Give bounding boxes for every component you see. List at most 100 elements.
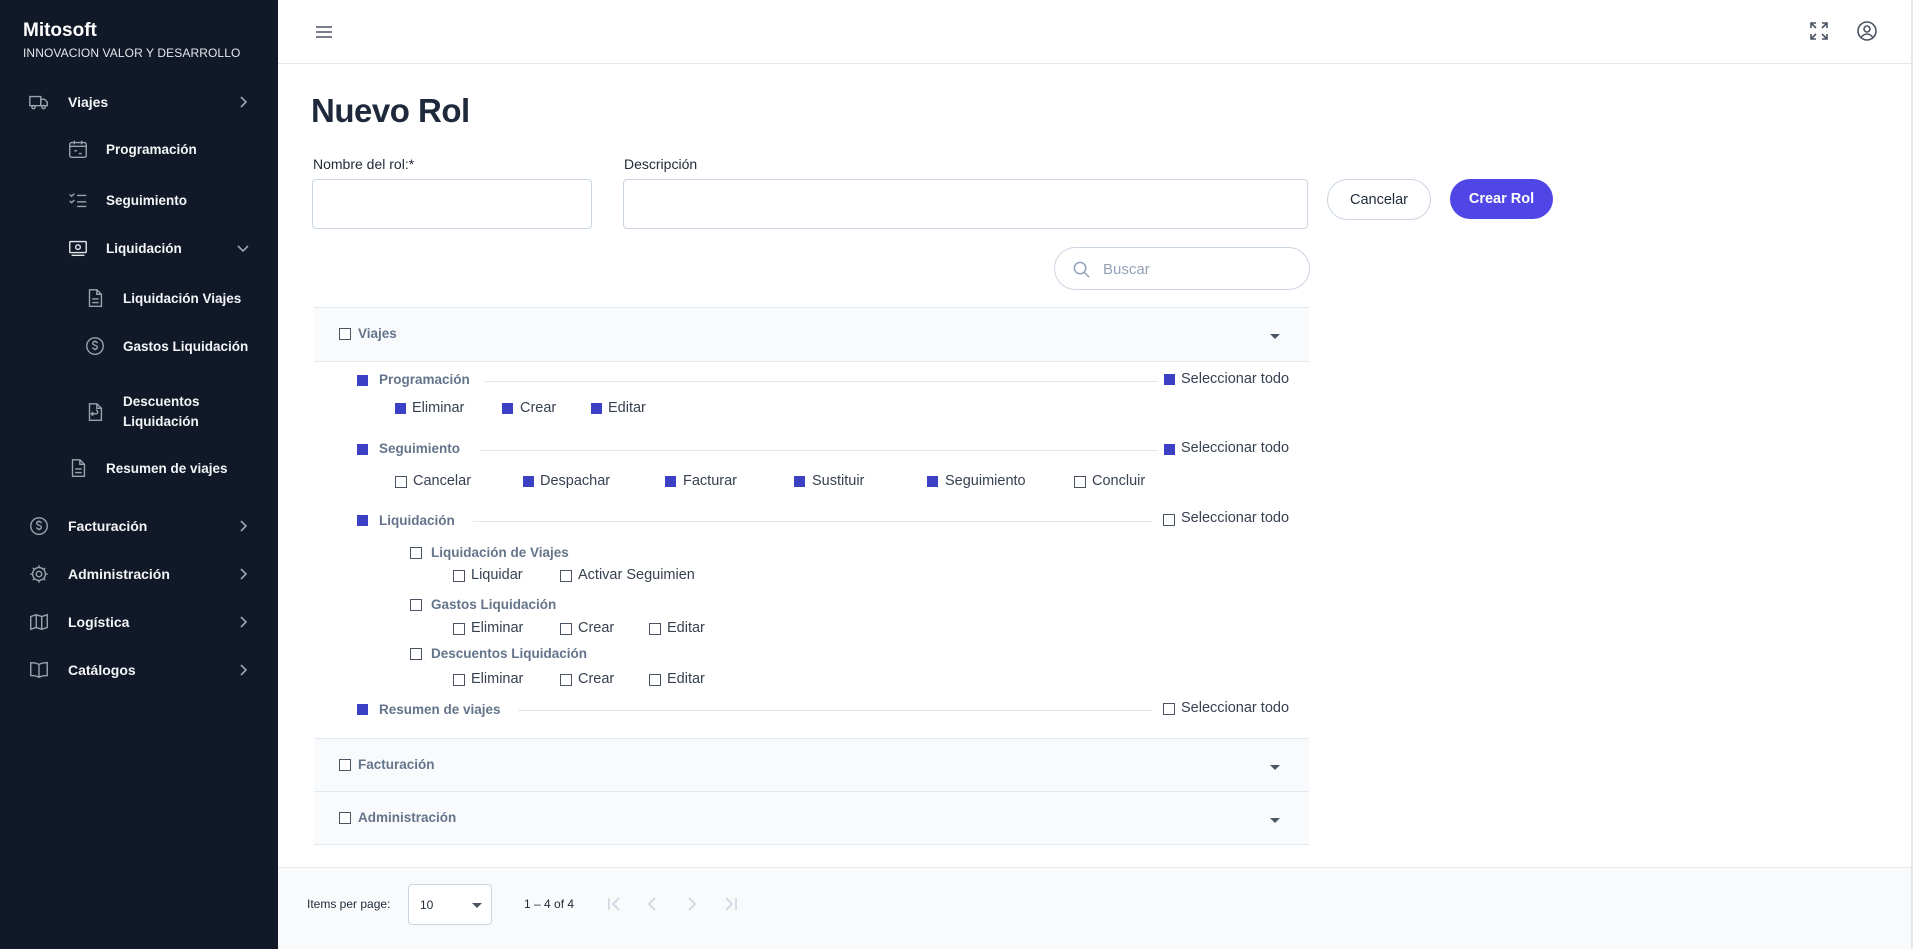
subsection-checkbox[interactable]	[410, 648, 422, 660]
sidebar-item-gastos-liquidacion[interactable]: Gastos Liquidación	[84, 335, 248, 357]
subsection-checkbox[interactable]	[410, 599, 422, 611]
divider	[518, 710, 1152, 711]
permission-checkbox[interactable]	[523, 476, 534, 487]
chevron-right-icon[interactable]	[236, 95, 250, 109]
sidebar-item-label-line1: Descuentos	[123, 394, 200, 409]
sidebar: Mitosoft INNOVACION VALOR Y DESARROLLO V…	[0, 0, 278, 949]
chevron-right-icon[interactable]	[236, 615, 250, 629]
page-title: Nuevo Rol	[311, 92, 470, 129]
fullscreen-icon[interactable]	[1808, 20, 1830, 42]
first-page-icon[interactable]	[604, 894, 624, 914]
description-input[interactable]	[623, 179, 1308, 229]
programacion-checkbox[interactable]	[357, 375, 368, 386]
permission-checkbox[interactable]	[560, 674, 572, 686]
divider	[480, 450, 1158, 451]
seguimiento-select-all-checkbox[interactable]	[1164, 444, 1175, 455]
liquidacion-select-all-checkbox[interactable]	[1163, 514, 1175, 526]
programacion-select-all-checkbox[interactable]	[1164, 374, 1175, 385]
sidebar-item-liquidacion-viajes[interactable]: Liquidación Viajes	[84, 287, 241, 309]
permission-label: Cancelar	[413, 473, 472, 489]
chevron-right-icon[interactable]	[236, 663, 250, 677]
seguimiento-checkbox[interactable]	[357, 444, 368, 455]
permission-checkbox[interactable]	[453, 570, 465, 582]
truck-icon	[28, 91, 50, 113]
panel-viajes-checkbox[interactable]	[339, 328, 351, 340]
user-avatar-icon[interactable]	[1856, 20, 1878, 42]
panel-facturacion-checkbox[interactable]	[339, 759, 351, 771]
sidebar-item-catalogos[interactable]: Catálogos	[28, 659, 136, 681]
permission-checkbox[interactable]	[453, 623, 465, 635]
brand-name: Mitosoft	[23, 20, 97, 41]
sidebar-item-label: Logística	[68, 614, 130, 630]
permission-checkbox[interactable]	[794, 476, 805, 487]
caret-down-icon[interactable]	[1270, 818, 1280, 823]
permission-checkbox[interactable]	[560, 623, 572, 635]
sidebar-item-administracion[interactable]: Administración	[28, 563, 170, 585]
items-per-page-value: 10	[420, 898, 434, 912]
items-per-page-select[interactable]: 10	[408, 884, 492, 925]
last-page-icon[interactable]	[721, 894, 741, 914]
permission-checkbox[interactable]	[395, 476, 407, 488]
permission-checkbox[interactable]	[1074, 476, 1086, 488]
resumen-checkbox[interactable]	[357, 704, 368, 715]
permission-checkbox[interactable]	[502, 403, 513, 414]
subsection-title: Gastos Liquidación	[431, 597, 557, 612]
chevron-down-icon[interactable]	[236, 241, 250, 255]
sidebar-item-label: Liquidación	[106, 240, 182, 256]
panel-administracion-checkbox[interactable]	[339, 812, 351, 824]
permission-checkbox[interactable]	[453, 674, 465, 686]
permission-checkbox[interactable]	[395, 403, 406, 414]
permission-checkbox[interactable]	[591, 403, 602, 414]
permission-label: Eliminar	[471, 671, 524, 687]
brand-tagline: INNOVACION VALOR Y DESARROLLO	[23, 46, 241, 60]
sidebar-item-viajes[interactable]: Viajes	[28, 91, 108, 113]
permission-checkbox[interactable]	[649, 623, 661, 635]
permission-label: Editar	[608, 400, 646, 416]
sidebar-item-seguimiento[interactable]: Seguimiento	[67, 189, 187, 211]
sidebar-item-label: Descuentos Liquidación	[123, 392, 200, 432]
permission-label: Eliminar	[471, 620, 524, 636]
caret-down-icon[interactable]	[1270, 765, 1280, 770]
sidebar-item-facturacion[interactable]: Facturación	[28, 515, 147, 537]
page-range-label: 1 – 4 of 4	[524, 897, 575, 911]
permission-label: Eliminar	[412, 400, 465, 416]
sidebar-item-descuentos-liquidacion[interactable]: Descuentos Liquidación	[84, 392, 200, 432]
section-title: Programación	[379, 372, 470, 387]
sidebar-item-liquidacion[interactable]: Liquidación	[67, 237, 182, 259]
panel-viajes-header[interactable]: Viajes	[314, 307, 1309, 362]
select-all-label: Seleccionar todo	[1181, 700, 1290, 716]
role-name-input[interactable]	[312, 179, 592, 229]
menu-icon[interactable]	[313, 21, 335, 43]
cancel-button[interactable]: Cancelar	[1327, 179, 1431, 220]
permission-label: Editar	[667, 620, 705, 636]
sidebar-item-resumen-viajes[interactable]: Resumen de viajes	[67, 457, 228, 479]
panel-facturacion-header[interactable]: Facturación	[314, 738, 1309, 792]
search-input[interactable]	[1103, 256, 1298, 282]
search-box[interactable]	[1054, 247, 1310, 290]
permission-checkbox[interactable]	[649, 674, 661, 686]
divider	[484, 381, 1158, 382]
permission-checkbox[interactable]	[665, 476, 676, 487]
liquidacion-checkbox[interactable]	[357, 515, 368, 526]
sidebar-item-programacion[interactable]: Programación	[67, 138, 197, 160]
previous-page-icon[interactable]	[642, 894, 662, 914]
panel-administracion-header[interactable]: Administración	[314, 791, 1309, 845]
permission-label: Despachar	[540, 473, 611, 489]
next-page-icon[interactable]	[682, 894, 702, 914]
create-role-button[interactable]: Crear Rol	[1450, 179, 1553, 219]
dropdown-arrow-icon	[472, 903, 482, 908]
permission-label: Editar	[667, 671, 705, 687]
brand: Mitosoft INNOVACION VALOR Y DESARROLLO	[23, 20, 240, 60]
caret-down-icon[interactable]	[1270, 334, 1280, 339]
permission-checkbox[interactable]	[927, 476, 938, 487]
resumen-select-all-checkbox[interactable]	[1163, 703, 1175, 715]
chevron-right-icon[interactable]	[236, 567, 250, 581]
sidebar-item-label: Catálogos	[68, 662, 136, 678]
permission-label: Facturar	[683, 473, 737, 489]
chevron-right-icon[interactable]	[236, 519, 250, 533]
sidebar-item-logistica[interactable]: Logística	[28, 611, 129, 633]
select-all-label: Seleccionar todo	[1181, 371, 1290, 387]
role-name-label: Nombre del rol:*	[313, 156, 415, 172]
subsection-checkbox[interactable]	[410, 547, 422, 559]
permission-checkbox[interactable]	[560, 570, 572, 582]
